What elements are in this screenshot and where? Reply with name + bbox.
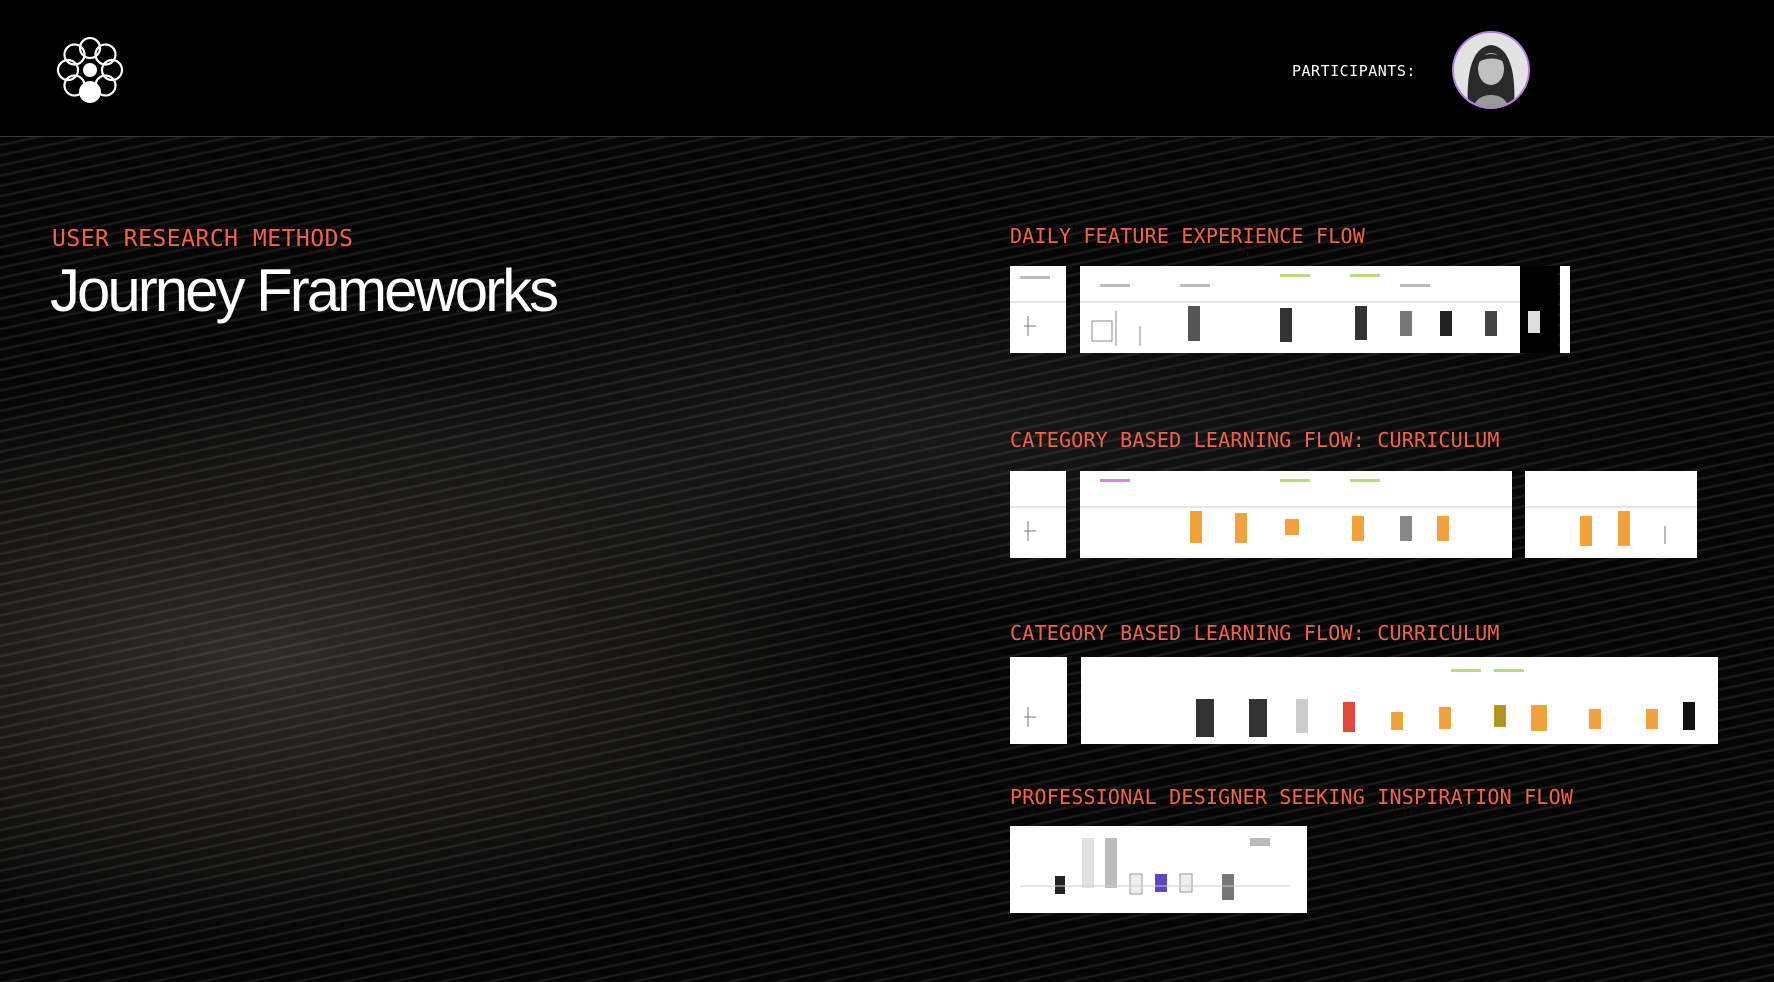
participant-avatar[interactable] [1452, 31, 1530, 109]
section-kicker: USER RESEARCH METHODS [52, 226, 354, 252]
flow-title-category-learning-2: CATEGORY BASED LEARNING FLOW: CURRICULUM [1010, 621, 1500, 645]
flow-thumbnail[interactable] [1081, 657, 1718, 744]
participants-label: PARTICIPANTS: [1292, 62, 1416, 80]
flow-thumbnail[interactable] [1080, 471, 1512, 558]
flow-title-designer-inspiration: PROFESSIONAL DESIGNER SEEKING INSPIRATIO… [1010, 785, 1574, 809]
flow-title-daily-feature: DAILY FEATURE EXPERIENCE FLOW [1010, 224, 1365, 248]
flow-thumbnail[interactable] [1010, 266, 1066, 353]
page-title: Journey Frameworks [50, 257, 559, 324]
flow-thumbnail[interactable] [1520, 266, 1558, 353]
flow-thumbnail[interactable] [1010, 471, 1066, 558]
flower-logo[interactable] [50, 30, 130, 110]
flow-thumbnail[interactable] [1010, 826, 1307, 913]
flow-title-category-learning-1: CATEGORY BASED LEARNING FLOW: CURRICULUM [1010, 428, 1500, 452]
flow-thumbnail[interactable] [1080, 266, 1520, 353]
flow-thumbnail[interactable] [1010, 657, 1067, 744]
header-bar: PARTICIPANTS: [0, 0, 1774, 137]
flow-thumbnail[interactable] [1525, 471, 1697, 558]
flow-thumbnail[interactable] [1560, 266, 1570, 353]
